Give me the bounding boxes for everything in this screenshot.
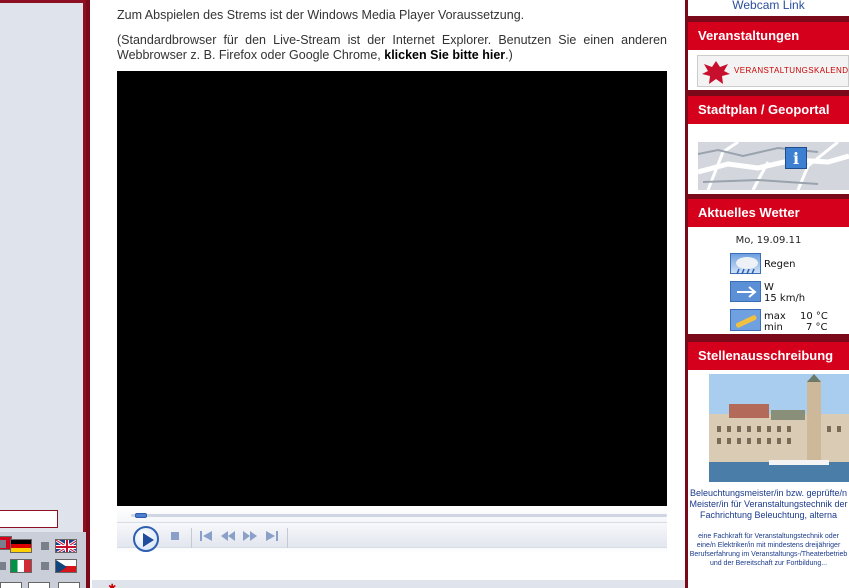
job-heading[interactable]: Beleuchtungsmeister/in bzw. geprüfte/n M… [688,488,849,521]
media-player-controls [117,506,667,554]
event-calendar-banner-text: VERANSTALTUNGSKALENDER PASS [734,66,849,75]
bullet-icon [0,562,6,570]
play-button[interactable] [133,526,159,552]
english-flag-icon[interactable] [55,539,77,553]
stop-icon[interactable] [170,531,180,541]
fast-forward-icon[interactable] [243,531,257,541]
wind-direction: W [764,282,774,293]
stadtplan-header[interactable]: Stadtplan / Geoportal [688,96,849,124]
language-selector [0,532,86,588]
italian-flag-icon[interactable] [10,559,32,573]
content-footer-strip [92,580,685,588]
bullet-icon [0,540,6,548]
seek-thumb[interactable] [135,513,147,518]
video-screen[interactable] [117,71,667,506]
town-hall-icon [709,374,849,482]
wetter-header[interactable]: Aktuelles Wetter [688,199,849,227]
thermometer-icon [730,309,761,331]
flag-partial-icon[interactable] [58,582,80,588]
play-icon [143,533,154,547]
german-flag-icon[interactable] [10,539,32,553]
weather-condition: Regen [764,259,796,270]
czech-flag-icon[interactable] [55,559,77,573]
browser-notice-text: (Standardbrowser für den Live-Stream ist… [117,33,667,63]
click-here-link[interactable]: klicken Sie bitte hier [384,48,505,62]
temperature-max-value: 10 °C [800,311,828,322]
control-separator [287,528,288,548]
temperature-min-label: min [764,322,783,330]
left-search-input[interactable] [0,510,58,528]
webcam-link[interactable]: Webcam Link [688,0,849,16]
left-sidebar [0,0,90,588]
town-hall-photo[interactable] [709,374,849,482]
temperature-max-label: max [764,311,786,322]
map-roads-icon [698,142,849,190]
seek-bar[interactable] [131,514,667,517]
stellen-header[interactable]: Stellenausschreibung [688,342,849,370]
eagle-logo-icon [702,61,730,84]
city-map-thumbnail[interactable] [698,142,849,190]
event-calendar-banner[interactable]: VERANSTALTUNGSKALENDER PASS [697,55,849,87]
weather-date: Mo, 19.09.11 [735,235,802,246]
next-icon[interactable] [266,531,278,541]
previous-icon[interactable] [200,531,212,541]
job-description: eine Fachkraft für Veranstaltungstechnik… [689,533,848,567]
bullet-icon [41,562,49,570]
footer-star-icon: ✱ [108,583,116,588]
flag-partial-icon[interactable] [0,582,22,588]
info-icon[interactable]: i [785,147,807,169]
bullet-icon [41,542,49,550]
left-top-border [0,0,86,3]
temperature-min-value: 7 °C [806,322,828,330]
browser-notice-end: .) [505,48,513,62]
rewind-icon[interactable] [221,531,235,541]
control-separator [191,528,192,548]
veranstaltungen-header[interactable]: Veranstaltungen [688,22,849,50]
flag-partial-icon[interactable] [28,582,50,588]
left-sidebar-panel [0,0,86,588]
wind-arrow-icon [730,281,761,302]
rain-cloud-icon [730,253,761,275]
wind-speed: 15 km/h [764,293,806,304]
stream-requirement-text: Zum Abspielen des Strems ist der Windows… [117,8,525,22]
